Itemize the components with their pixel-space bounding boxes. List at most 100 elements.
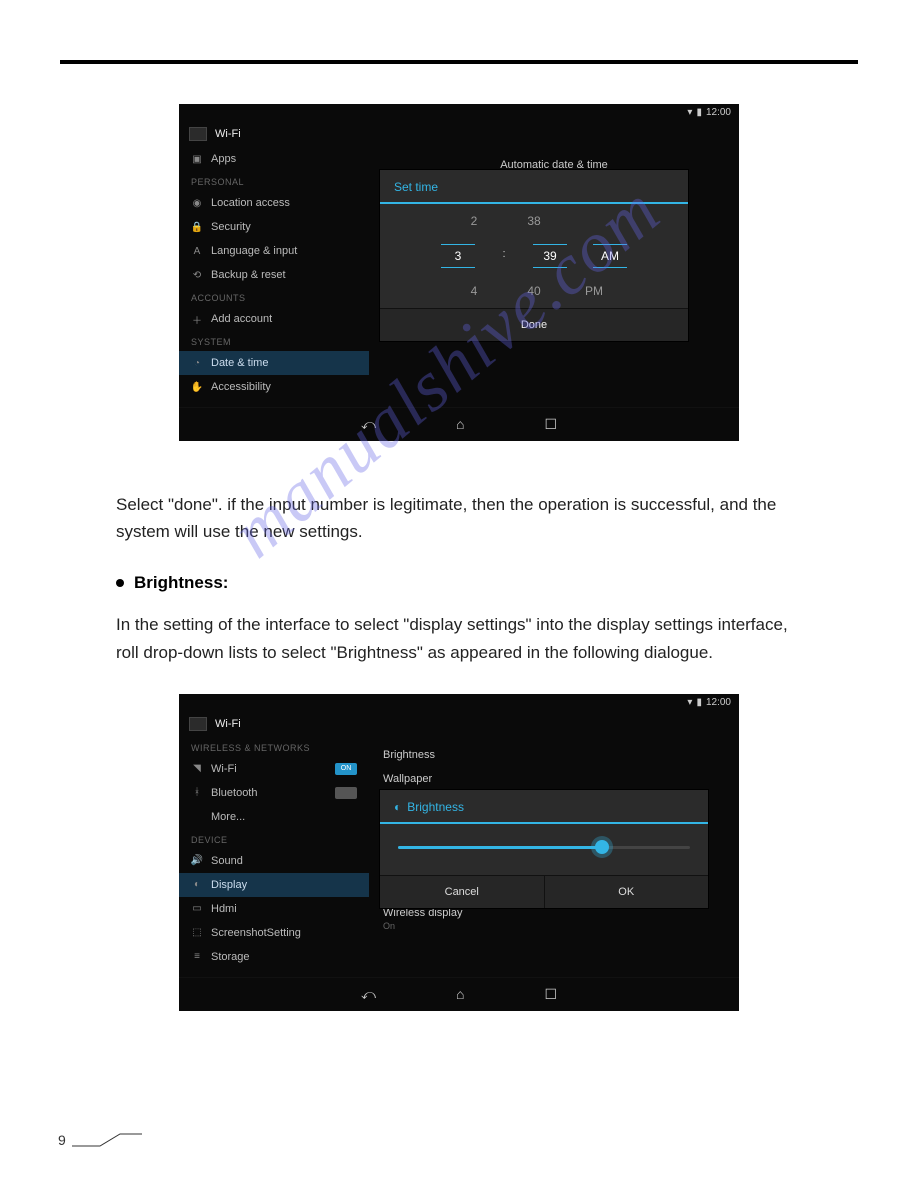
backup-icon: ⟲: [191, 269, 203, 281]
screenshot-brightness: ▾ ▮ 12:00 Wi-Fi WIRELESS & NETWORKS ◥ Wi-…: [179, 694, 739, 1011]
content-brightness[interactable]: Brightness: [379, 743, 729, 767]
page-footer: 9: [58, 1132, 142, 1148]
wifi-status-icon: ▾: [687, 107, 692, 118]
bt-toggle[interactable]: [335, 787, 357, 799]
sidebar-item-label: ScreenshotSetting: [211, 927, 301, 939]
location-icon: ◉: [191, 197, 203, 209]
status-bar: ▾ ▮ 12:00: [179, 104, 739, 121]
page-footer-line-icon: [72, 1132, 142, 1148]
ampm-next[interactable]: PM: [577, 280, 611, 302]
sidebar-item-label: Hdmi: [211, 903, 237, 915]
language-icon: A: [191, 245, 203, 257]
sidebar-item-display[interactable]: ◐Display: [179, 873, 369, 897]
brightness-heading: Brightness:: [116, 573, 802, 593]
recent-icon[interactable]: ☐: [544, 416, 557, 433]
sidebar-item-location[interactable]: ◉ Location access: [179, 191, 369, 215]
sidebar-header-personal: PERSONAL: [179, 171, 369, 191]
sidebar-item-more[interactable]: More...: [179, 805, 369, 829]
sidebar-item-label: Language & input: [211, 245, 297, 257]
more-icon: [191, 811, 203, 823]
minute-next[interactable]: 40: [517, 280, 551, 302]
nav-bar: ⤺ ⌂ ☐: [179, 407, 739, 441]
brightness-heading-label: Brightness:: [134, 573, 228, 593]
wifi-tile-icon: [189, 717, 207, 731]
sidebar-item-label: Location access: [211, 197, 290, 209]
home-icon[interactable]: ⌂: [456, 416, 464, 433]
recent-icon[interactable]: ☐: [544, 986, 557, 1003]
sidebar-item-label: Apps: [211, 153, 236, 165]
hour-next[interactable]: 4: [457, 280, 491, 302]
clock-icon: ◔: [191, 357, 203, 369]
sidebar-item-datetime[interactable]: ◔Date & time: [179, 351, 369, 375]
wifi-tile-icon: [189, 127, 207, 141]
wifi-header-label: Wi-Fi: [215, 718, 241, 730]
bullet-dot-icon: [116, 579, 124, 587]
sidebar-item-add-account[interactable]: ＋ Add account: [179, 307, 369, 331]
page-number: 9: [58, 1132, 66, 1148]
paragraph-brightness: In the setting of the interface to selec…: [116, 611, 802, 665]
slider-fill: [398, 846, 602, 849]
sidebar-item-backup[interactable]: ⟲ Backup & reset: [179, 263, 369, 287]
screenshot-set-time: ▾ ▮ 12:00 Wi-Fi ▣ Apps PERSONAL ◉ Location…: [179, 104, 739, 441]
back-icon[interactable]: ⤺: [361, 416, 376, 433]
set-time-dialog: Set time 2 38 3 : 39 AM 4 40 PM Done: [379, 169, 689, 342]
slider-thumb[interactable]: [595, 840, 609, 854]
ok-button[interactable]: OK: [544, 876, 709, 908]
wireless-display-sub: On: [383, 921, 725, 931]
back-icon[interactable]: ⤺: [361, 986, 376, 1003]
hand-icon: ✋: [191, 381, 203, 393]
brightness-slider[interactable]: [398, 846, 690, 849]
status-time: 12:00: [706, 107, 731, 118]
wifi-toggle[interactable]: ON: [335, 763, 357, 775]
sidebar-item-accessibility[interactable]: ✋ Accessibility: [179, 375, 369, 399]
dialog-title: Set time: [380, 170, 688, 204]
content-wallpaper[interactable]: Wallpaper: [379, 767, 729, 791]
sidebar-item-label: Display: [211, 879, 247, 891]
sidebar-item-language[interactable]: A Language & input: [179, 239, 369, 263]
apps-icon: ▣: [191, 153, 203, 165]
sidebar-item-sound[interactable]: 🔊 Sound: [179, 849, 369, 873]
sidebar-item-storage[interactable]: ≡Storage: [179, 945, 369, 969]
sidebar-item-security[interactable]: 🔒Security: [179, 215, 369, 239]
dialog-title: ◐Brightness: [380, 790, 708, 824]
ampm-selected[interactable]: AM: [593, 244, 627, 268]
sidebar-item-bluetooth[interactable]: ᚼBluetooth: [179, 781, 369, 805]
sidebar-item-label: Wi-Fi: [211, 763, 237, 775]
done-button[interactable]: Done: [380, 308, 688, 341]
cancel-button[interactable]: Cancel: [380, 876, 544, 908]
dialog-title-label: Brightness: [407, 800, 464, 814]
sidebar-item-label: Bluetooth: [211, 787, 257, 799]
wifi-header-label: Wi-Fi: [215, 128, 241, 140]
status-bar: ▾ ▮ 12:00: [179, 694, 739, 711]
time-colon: :: [501, 244, 507, 268]
sidebar-item-wifi[interactable]: ◥ Wi-Fi ON: [179, 757, 369, 781]
storage-icon: ≡: [191, 951, 203, 963]
sidebar-item-label: Sound: [211, 855, 243, 867]
settings-sidebar: WIRELESS & NETWORKS ◥Wi-FiON ᚼBluetooth …: [179, 737, 369, 977]
lock-icon: 🔒: [191, 221, 203, 233]
wifi-icon: ◥: [191, 763, 203, 775]
nav-bar: ⤺ ⌂ ☐: [179, 977, 739, 1011]
sidebar-item-label: Backup & reset: [211, 269, 286, 281]
page-top-rule: [60, 60, 858, 64]
plus-icon: ＋: [191, 313, 203, 325]
paragraph-done: Select "done". if the input number is le…: [116, 491, 802, 545]
sidebar-item-apps[interactable]: ▣ Apps: [179, 147, 369, 171]
status-time: 12:00: [706, 697, 731, 708]
wifi-status-icon: ▾: [687, 697, 692, 708]
sidebar-header-wireless: WIRELESS & NETWORKS: [179, 737, 369, 757]
sidebar-item-hdmi[interactable]: ▭Hdmi: [179, 897, 369, 921]
sidebar-item-screenshot[interactable]: ⬚ScreenshotSetting: [179, 921, 369, 945]
wifi-header-row: Wi-Fi: [179, 121, 739, 147]
sidebar-item-label: Add account: [211, 313, 272, 325]
home-icon[interactable]: ⌂: [456, 986, 464, 1003]
battery-icon: ▮: [696, 107, 702, 118]
hour-prev[interactable]: 2: [457, 210, 491, 232]
minute-prev[interactable]: 38: [517, 210, 551, 232]
hour-selected[interactable]: 3: [441, 244, 475, 268]
sound-icon: 🔊: [191, 855, 203, 867]
brightness-dialog: ◐Brightness Cancel OK: [379, 789, 709, 909]
sidebar-item-label: Accessibility: [211, 381, 271, 393]
settings-sidebar: ▣ Apps PERSONAL ◉ Location access 🔒Securit…: [179, 147, 369, 407]
minute-selected[interactable]: 39: [533, 244, 567, 268]
